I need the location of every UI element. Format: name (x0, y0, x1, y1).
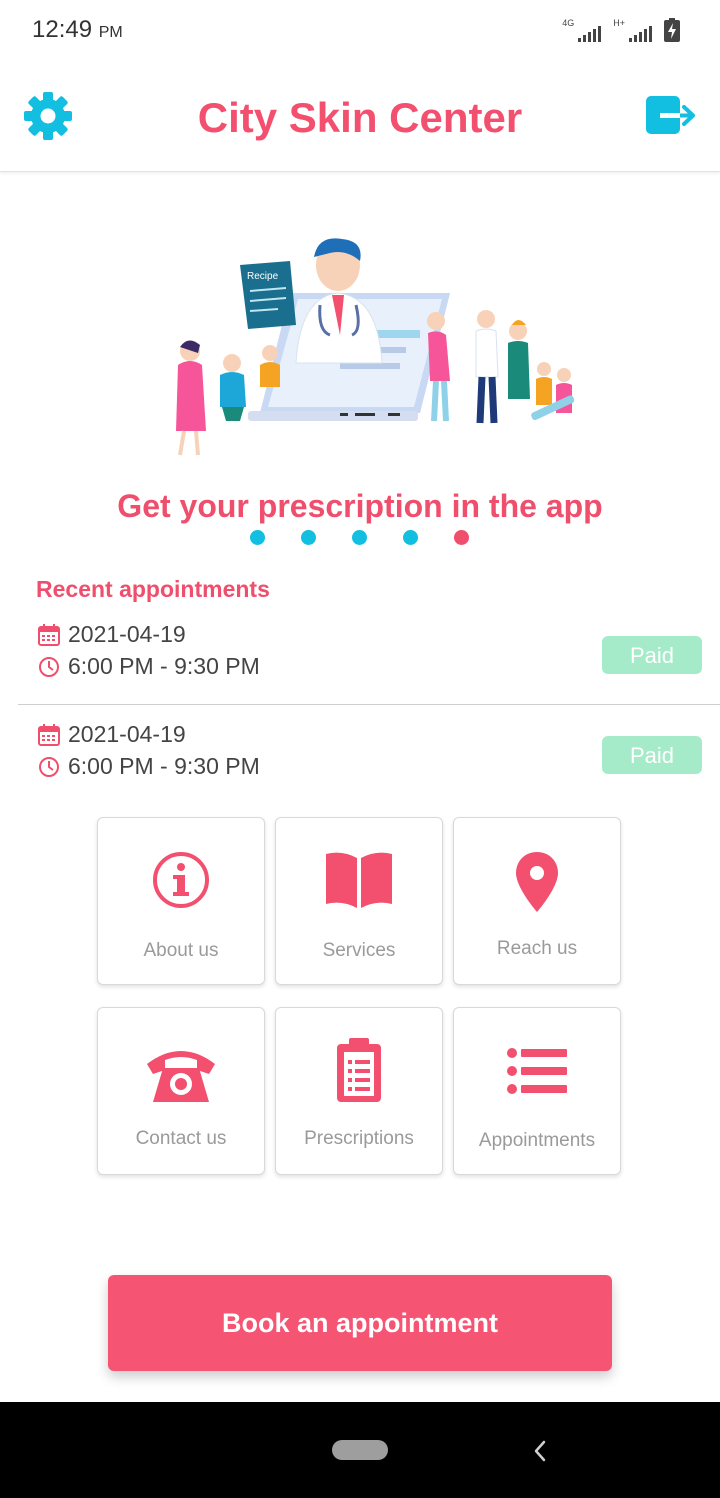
prescriptions-label: Prescriptions (304, 1128, 414, 1149)
status-badge: Paid (602, 636, 702, 674)
appointment-time: 6:00 PM - 9:30 PM (68, 653, 260, 679)
contact-us-button[interactable]: Contact us (97, 1007, 265, 1175)
home-button[interactable] (332, 1440, 388, 1460)
battery-charging-icon (664, 18, 680, 42)
about-us-label: About us (143, 940, 219, 961)
services-button[interactable]: Services (275, 817, 443, 985)
appointment-date: 2021-04-19 (68, 621, 186, 647)
appointments-label: Appointments (478, 1130, 596, 1151)
location-pin-icon (516, 852, 558, 912)
book-icon (326, 852, 392, 908)
appointment-date: 2021-04-19 (68, 721, 186, 747)
appointments-button[interactable]: Appointments (453, 1007, 621, 1175)
carousel-dot[interactable] (352, 530, 367, 545)
app-header: City Skin Center (0, 62, 720, 172)
about-us-button[interactable]: About us (97, 817, 265, 985)
carousel-dot[interactable] (250, 530, 265, 545)
clock-icon (39, 756, 59, 777)
status-time: 12:49 PM (32, 16, 123, 44)
back-icon[interactable] (530, 1438, 550, 1464)
network-hplus-label: H+ (613, 18, 625, 28)
app-title: City Skin Center (197, 94, 523, 141)
info-icon (153, 852, 209, 908)
network-4g-label: 4G (562, 18, 575, 28)
clipboard-icon (337, 1038, 381, 1102)
recent-appointments-title: Recent appointments (36, 576, 270, 602)
carousel-dots (250, 530, 469, 545)
status-icons: 4G H+ (562, 18, 680, 42)
appointment-date-row: 2021-04-19 (38, 721, 186, 748)
appointment-item[interactable]: 2021-04-19 6:00 PM - 9:30 PM Paid (18, 615, 720, 705)
system-nav-bar (0, 1402, 720, 1498)
appointment-date-row: 2021-04-19 (38, 621, 186, 648)
signal-icon (578, 26, 602, 42)
calendar-icon (38, 623, 60, 646)
book-appointment-button[interactable]: Book an appointment (108, 1275, 612, 1371)
status-bar: 12:49 PM 4G H+ (0, 0, 720, 62)
status-ampm: PM (98, 24, 123, 41)
appointment-time-row: 6:00 PM - 9:30 PM (38, 653, 260, 680)
phone-icon (147, 1051, 215, 1102)
prescription-illustration: Recipe (176, 238, 575, 456)
carousel-dot[interactable] (403, 530, 418, 545)
carousel-dot-active[interactable] (454, 530, 469, 545)
services-label: Services (322, 940, 396, 961)
calendar-icon (38, 723, 60, 746)
carousel-dot[interactable] (301, 530, 316, 545)
list-icon (507, 1048, 567, 1094)
clock-icon (39, 656, 59, 677)
contact-us-label: Contact us (135, 1128, 227, 1149)
appointment-time: 6:00 PM - 9:30 PM (68, 753, 260, 779)
signal-icon (629, 26, 652, 42)
prescriptions-button[interactable]: Prescriptions (275, 1007, 443, 1175)
status-badge: Paid (602, 736, 702, 774)
carousel-caption: Get your prescription in the app (117, 488, 603, 524)
appointment-item[interactable]: 2021-04-19 6:00 PM - 9:30 PM Paid (0, 715, 720, 805)
appointment-time-row: 6:00 PM - 9:30 PM (38, 753, 260, 780)
logout-icon[interactable] (646, 94, 698, 138)
status-clock: 12:49 (32, 16, 93, 43)
recipe-label: Recipe (247, 271, 279, 282)
reach-us-label: Reach us (496, 938, 578, 959)
reach-us-button[interactable]: Reach us (453, 817, 621, 985)
